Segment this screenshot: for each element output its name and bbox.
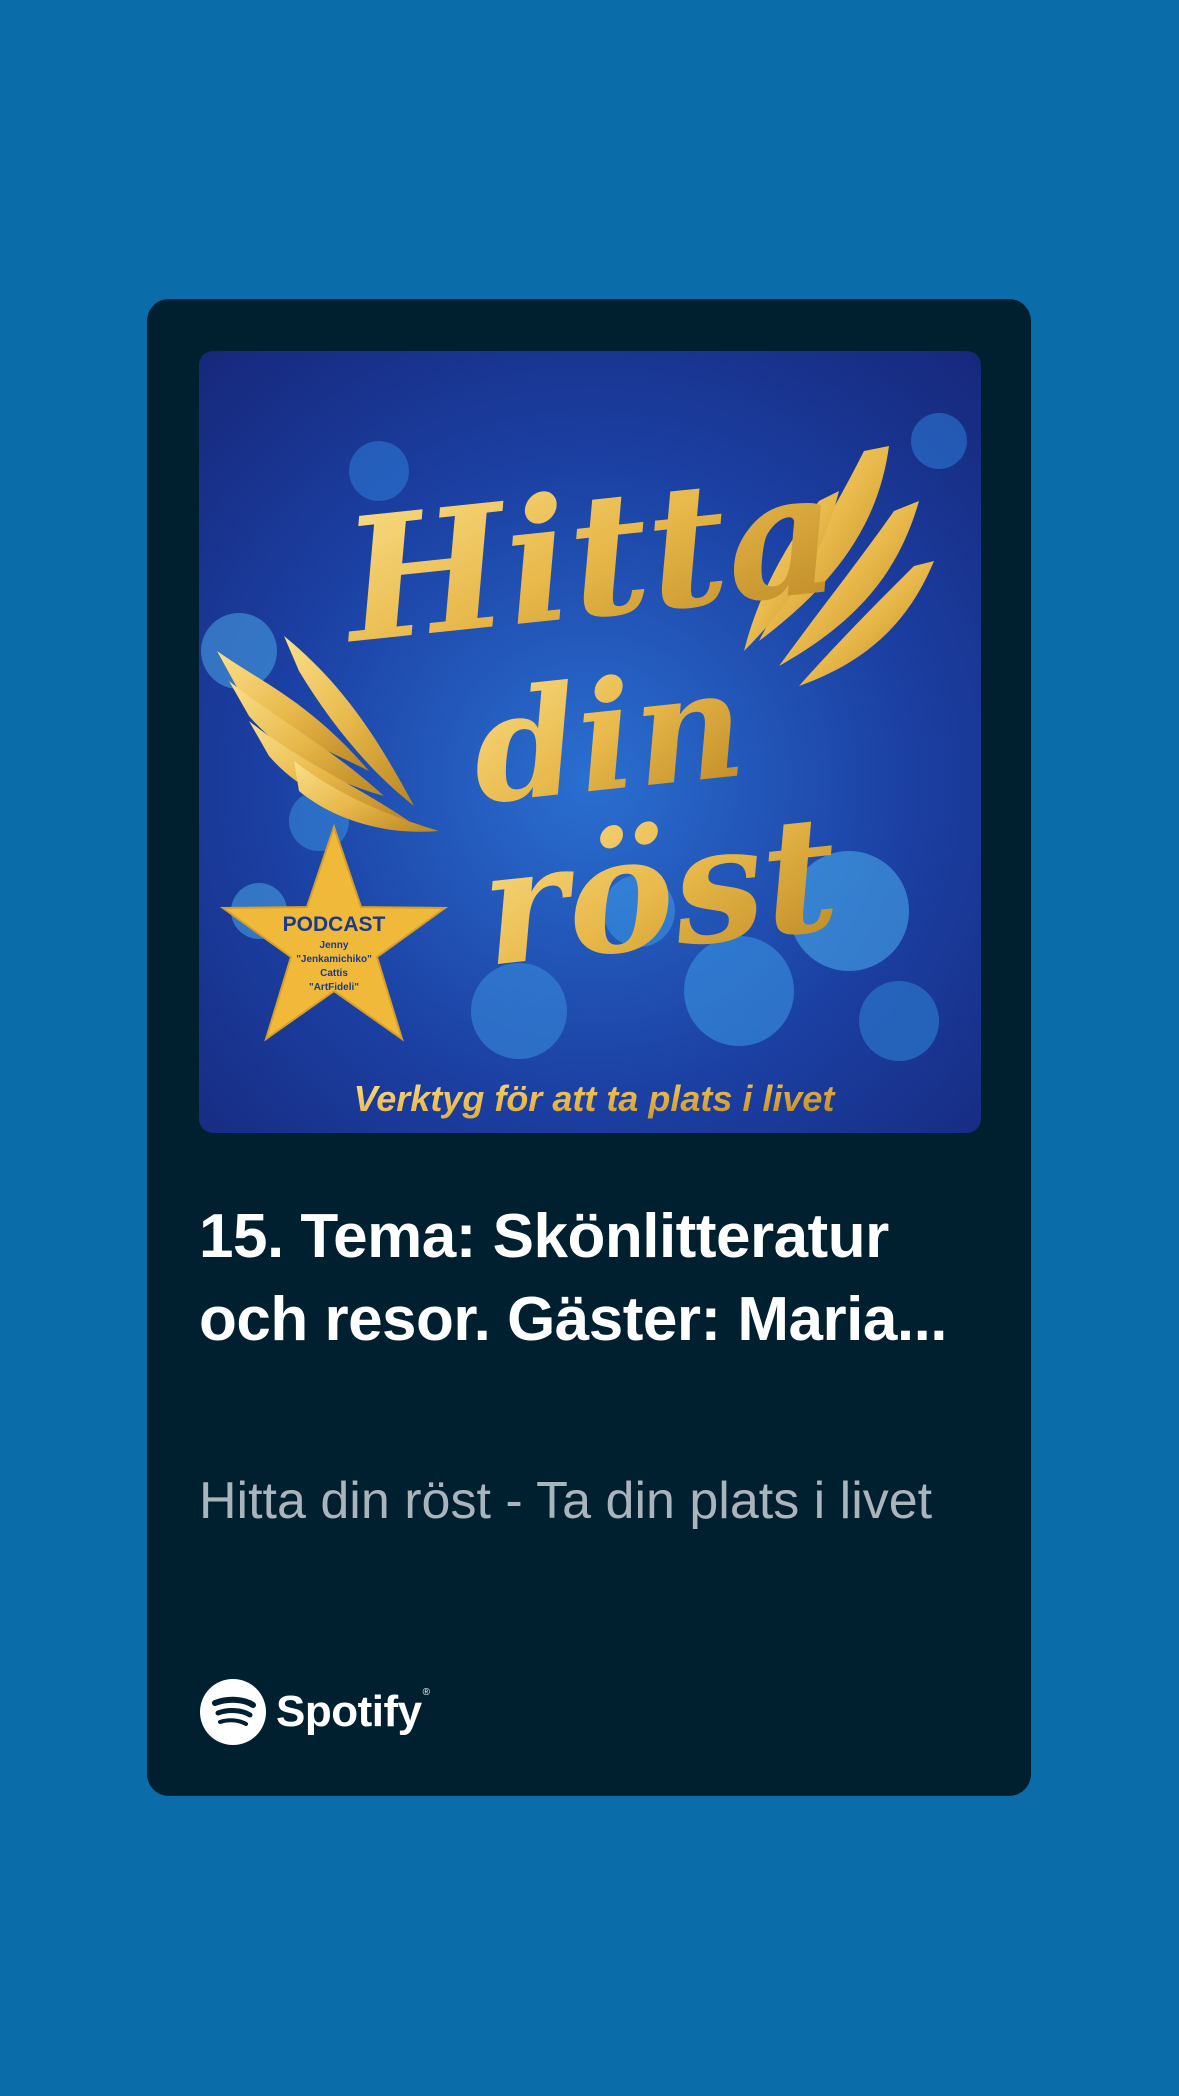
star-badge-heading: PODCAST (283, 913, 386, 936)
trademark-symbol: ® (422, 1687, 430, 1698)
episode-cover-art[interactable]: Hitta din röst PODCAST Jenny "Jenkamichi… (199, 351, 981, 1133)
star-badge-line-4: "ArtFideli" (309, 982, 359, 993)
cover-tagline: Verktyg för att ta plats i livet (354, 1078, 837, 1119)
episode-title[interactable]: 15. Tema: Skönlitteratur och resor. Gäst… (199, 1195, 989, 1361)
star-badge-line-3: Cattis (320, 968, 348, 979)
star-badge-line-1: Jenny (320, 940, 349, 951)
spotify-wordmark: Spotify® (276, 1687, 430, 1737)
show-name[interactable]: Hitta din röst - Ta din plats i livet (199, 1467, 989, 1535)
spotify-wordmark-text: Spotify (276, 1687, 422, 1736)
cover-title-line-3: röst (473, 779, 846, 1003)
spotify-logo-icon (200, 1679, 266, 1745)
podcast-episode-card[interactable]: Hitta din röst PODCAST Jenny "Jenkamichi… (147, 299, 1031, 1796)
spotify-logo[interactable]: Spotify® (200, 1679, 430, 1745)
star-badge-line-2: "Jenkamichiko" (296, 954, 372, 965)
cover-artwork: Hitta din röst PODCAST Jenny "Jenkamichi… (199, 351, 981, 1133)
